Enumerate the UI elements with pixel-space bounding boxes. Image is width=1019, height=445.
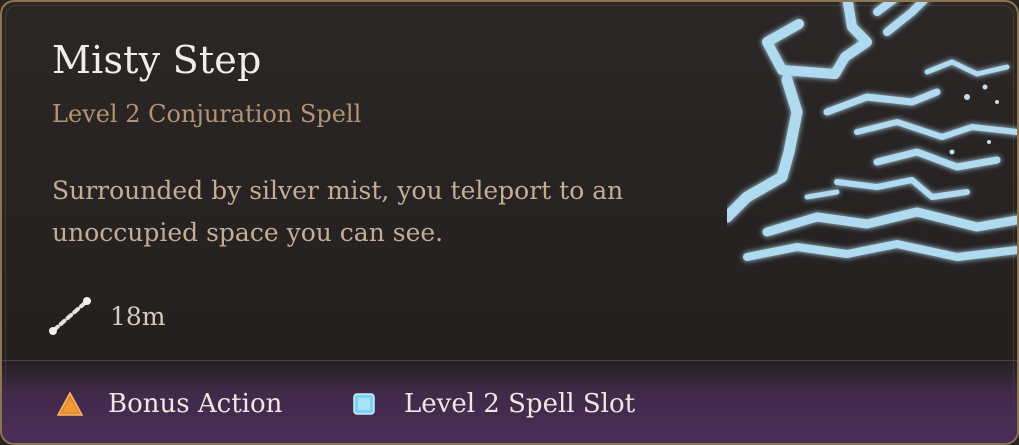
spell-description: Surrounded by silver mist, you teleport … [52, 176, 624, 247]
cost-bonus-action: Bonus Action [56, 380, 282, 428]
range-value: 18m [110, 301, 166, 331]
spell-level-school: Level 2 Conjuration Spell [52, 100, 362, 128]
range-icon [49, 297, 91, 335]
cost-label: Bonus Action [108, 389, 283, 419]
square-icon [353, 393, 375, 415]
triangle-icon [56, 391, 84, 416]
spell-title: Misty Step [52, 38, 262, 82]
misty-step-art-icon [727, 2, 1017, 261]
range-row: 18m [46, 294, 166, 338]
spell-tooltip: Misty Step Level 2 Conjuration Spell Sur… [0, 0, 1019, 445]
cost-spell-slot: Level 2 Spell Slot [350, 380, 635, 428]
cost-label: Level 2 Spell Slot [404, 389, 636, 419]
